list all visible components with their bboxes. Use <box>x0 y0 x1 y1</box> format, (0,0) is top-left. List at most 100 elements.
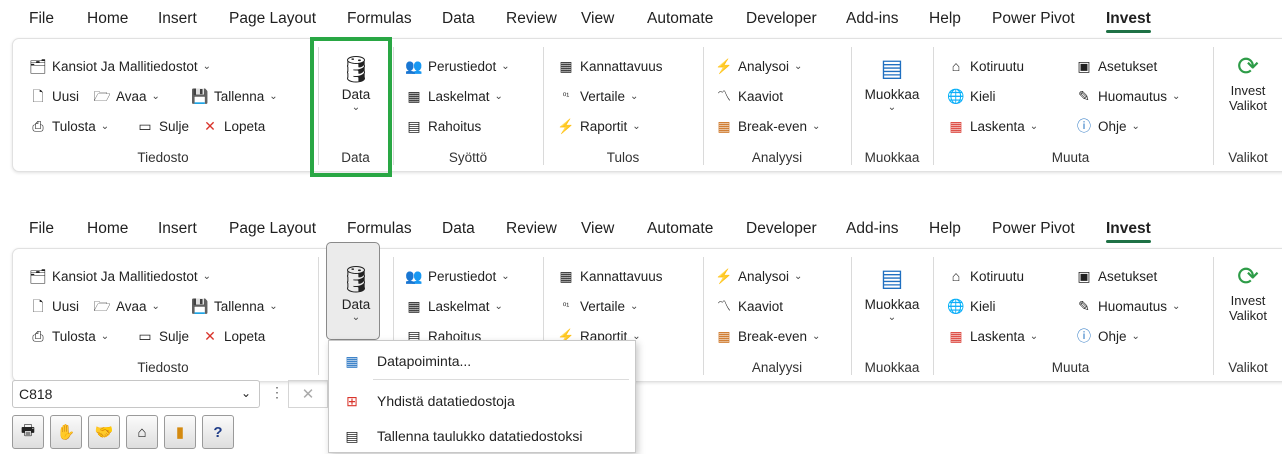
comment-icon: ✎ <box>1078 88 1090 104</box>
tab-developer[interactable]: Developer <box>746 220 817 238</box>
uusi-button[interactable]: 🗋 Uusi <box>29 297 79 315</box>
tab-home[interactable]: Home <box>87 10 128 28</box>
analysoi-button[interactable]: ⚡ Analysoi ⌄ <box>715 57 802 75</box>
kannattavuus-button[interactable]: ▦ Kannattavuus <box>557 57 662 75</box>
tulosta-button[interactable]: ⎙ Tulosta ⌄ <box>29 327 109 345</box>
ribbon-panel-top: File Home Insert Page Layout Formulas Da… <box>0 0 1282 180</box>
cancel-icon[interactable]: ✕ <box>288 380 328 408</box>
kaaviot-button[interactable]: 〽 Kaaviot <box>715 87 783 105</box>
kieli-button[interactable]: 🌐 Kieli <box>947 297 995 315</box>
avaa-button[interactable]: 🗁 Avaa ⌄ <box>93 297 160 315</box>
tab-review[interactable]: Review <box>506 10 557 28</box>
lopeta-button[interactable]: ✕ Lopeta <box>201 327 265 345</box>
tulosta-button[interactable]: ⎙ Tulosta ⌄ <box>29 117 109 135</box>
laskelmat-button[interactable]: ▦ Laskelmat ⌄ <box>405 87 503 105</box>
tab-file[interactable]: File <box>29 220 54 238</box>
menu-item-datapoiminta[interactable]: ▦ Datapoiminta... <box>329 343 635 379</box>
data-button[interactable]: 🛢 Data ⌄ <box>338 261 374 323</box>
tab-data[interactable]: Data <box>442 10 475 28</box>
home-icon[interactable]: ⌂ <box>126 415 158 449</box>
analyze-icon: ⚡ <box>715 58 733 74</box>
group-tulos: ▦ Kannattavuus ⁰¹ Vertaile ⌄ ⚡ Raportit ⌄ Tul… <box>543 39 703 171</box>
chart-icon: 〽 <box>717 298 731 314</box>
lopeta-button[interactable]: ✕ Lopeta <box>201 117 265 135</box>
breakeven-button[interactable]: ▦ Break-even ⌄ <box>715 117 820 135</box>
tab-add-ins[interactable]: Add-ins <box>846 10 899 28</box>
handshake-left-icon[interactable]: ✋ <box>50 415 82 449</box>
tab-view[interactable]: View <box>581 10 614 28</box>
tab-review[interactable]: Review <box>506 220 557 238</box>
invest-valikot-button[interactable]: ⟳ Invest Valikot <box>1219 259 1277 323</box>
tab-data[interactable]: Data <box>442 220 475 238</box>
help-question-icon[interactable]: ? <box>202 415 234 449</box>
tallenna-button[interactable]: 💾 Tallenna ⌄ <box>191 297 277 315</box>
bar-chart-icon[interactable]: ▮ <box>164 415 196 449</box>
tab-page-layout[interactable]: Page Layout <box>229 10 316 28</box>
laskenta-button[interactable]: ▦ Laskenta ⌄ <box>947 327 1038 345</box>
kansiot-button[interactable]: 🗂 Kansiot Ja Mallitiedostot ⌄ <box>29 267 211 285</box>
vertaile-button[interactable]: ⁰¹ Vertaile ⌄ <box>557 87 639 105</box>
breakeven-button[interactable]: ▦ Break-even ⌄ <box>715 327 820 345</box>
sulje-button[interactable]: ▭ Sulje <box>136 117 189 135</box>
kieli-button[interactable]: 🌐 Kieli <box>947 87 995 105</box>
tab-formulas[interactable]: Formulas <box>347 10 412 28</box>
close-window-icon: ▭ <box>138 118 152 134</box>
compare-icon: ⁰¹ <box>562 300 570 311</box>
ohje-button[interactable]: ⓘ Ohje ⌄ <box>1075 327 1140 345</box>
tab-file[interactable]: File <box>29 10 54 28</box>
sulje-button[interactable]: ▭ Sulje <box>136 327 189 345</box>
muokkaa-button[interactable]: ▤ Muokkaa ⌄ <box>861 51 923 113</box>
tab-invest[interactable]: Invest <box>1106 220 1151 243</box>
huomautus-button[interactable]: ✎ Huomautus ⌄ <box>1075 87 1180 105</box>
group-label-analyysi: Analyysi <box>751 360 803 375</box>
vertaile-button[interactable]: ⁰¹ Vertaile ⌄ <box>557 297 639 315</box>
kaaviot-button[interactable]: 〽 Kaaviot <box>715 297 783 315</box>
tab-power-pivot[interactable]: Power Pivot <box>992 10 1075 28</box>
muokkaa-button[interactable]: ▤ Muokkaa ⌄ <box>861 261 923 323</box>
raportit-button[interactable]: ⚡ Raportit ⌄ <box>557 117 640 135</box>
tab-page-layout[interactable]: Page Layout <box>229 220 316 238</box>
ohje-button[interactable]: ⓘ Ohje ⌄ <box>1075 117 1140 135</box>
name-box[interactable]: C818 ⌄ <box>12 380 260 408</box>
group-label-valikot: Valikot <box>1228 360 1268 375</box>
tab-view[interactable]: View <box>581 220 614 238</box>
avaa-button[interactable]: 🗁 Avaa ⌄ <box>93 87 160 105</box>
asetukset-button[interactable]: ▣ Asetukset <box>1075 267 1157 285</box>
laskelmat-button[interactable]: ▦ Laskelmat ⌄ <box>405 297 503 315</box>
invest-valikot-button[interactable]: ⟳ Invest Valikot <box>1219 49 1277 113</box>
group-muokkaa: ▤ Muokkaa ⌄ Muokkaa <box>851 249 933 381</box>
analysoi-button[interactable]: ⚡ Analysoi ⌄ <box>715 267 802 285</box>
menu-item-tallenna-taulukko[interactable]: ▤ Tallenna taulukko datatiedostoksi <box>329 418 635 454</box>
tab-automate[interactable]: Automate <box>647 220 713 238</box>
kotiruutu-button[interactable]: ⌂ Kotiruutu <box>947 57 1024 75</box>
uusi-button[interactable]: 🗋 Uusi <box>29 87 79 105</box>
menu-item-yhdista[interactable]: ⊞ Yhdistä datatiedostoja <box>329 383 635 419</box>
tab-invest[interactable]: Invest <box>1106 10 1151 33</box>
laskenta-button[interactable]: ▦ Laskenta ⌄ <box>947 117 1038 135</box>
tab-formulas[interactable]: Formulas <box>347 220 412 238</box>
tab-home[interactable]: Home <box>87 220 128 238</box>
kotiruutu-button[interactable]: ⌂ Kotiruutu <box>947 267 1024 285</box>
tab-power-pivot[interactable]: Power Pivot <box>992 220 1075 238</box>
tab-automate[interactable]: Automate <box>647 10 713 28</box>
tab-help[interactable]: Help <box>929 10 961 28</box>
more-options-icon[interactable]: ⋮ <box>270 384 284 401</box>
break-even-icon: ▦ <box>717 118 731 134</box>
print-icon[interactable]: 🖶 <box>12 415 44 449</box>
kannattavuus-button[interactable]: ▦ Kannattavuus <box>557 267 662 285</box>
chevron-down-icon[interactable]: ⌄ <box>241 386 251 400</box>
asetukset-button[interactable]: ▣ Asetukset <box>1075 57 1157 75</box>
group-label-syotto: Syöttö <box>448 150 488 165</box>
tab-developer[interactable]: Developer <box>746 10 817 28</box>
perustiedot-button[interactable]: 👥 Perustiedot ⌄ <box>405 267 509 285</box>
tab-help[interactable]: Help <box>929 220 961 238</box>
tab-insert[interactable]: Insert <box>158 10 197 28</box>
huomautus-button[interactable]: ✎ Huomautus ⌄ <box>1075 297 1180 315</box>
handshake-right-icon[interactable]: 🤝 <box>88 415 120 449</box>
tallenna-button[interactable]: 💾 Tallenna ⌄ <box>191 87 277 105</box>
tab-add-ins[interactable]: Add-ins <box>846 220 899 238</box>
perustiedot-button[interactable]: 👥 Perustiedot ⌄ <box>405 57 509 75</box>
kansiot-button[interactable]: 🗂 Kansiot Ja Mallitiedostot ⌄ <box>29 57 211 75</box>
rahoitus-button[interactable]: ▤ Rahoitus <box>405 117 481 135</box>
tab-insert[interactable]: Insert <box>158 220 197 238</box>
